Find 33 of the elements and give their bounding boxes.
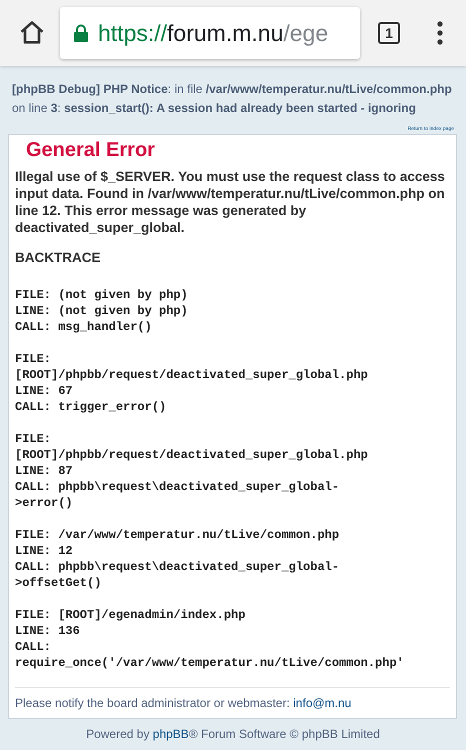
url-text: https://forum.m.nu/ege xyxy=(98,20,328,46)
backtrace-line: CALL: xyxy=(15,639,52,655)
tab-count-button[interactable]: 1 xyxy=(378,22,400,44)
email-link[interactable]: info@m.nu xyxy=(293,696,352,710)
footer-text: Powered by xyxy=(86,727,150,741)
footer-text: ® Forum Software © phpBB Limited xyxy=(188,727,380,741)
backtrace-line: [ROOT]/phpbb/request/deactivated_super_global.php xyxy=(15,367,369,383)
backtrace-line: CALL: msg_handler() xyxy=(15,319,153,335)
backtrace-line: CALL: trigger_error() xyxy=(15,399,168,415)
backtrace-line: FILE: /var/www/temperatur.nu/tLive/common.php xyxy=(15,527,340,543)
backtrace-line: LINE: 67 xyxy=(15,383,74,399)
error-title: General Error xyxy=(25,139,156,163)
backtrace-line: FILE: xyxy=(15,351,52,367)
backtrace-heading: BACKTRACE xyxy=(15,250,102,265)
address-bar[interactable]: https://forum.m.nu/ege xyxy=(60,7,360,59)
phpbb-link[interactable]: phpBB xyxy=(152,727,189,741)
backtrace-line: FILE: xyxy=(15,431,52,447)
debug-notice: [phpBB Debug] PHP Notice: in file /var/www/temperatur.nu/tLive/common.php on line 3: session_start(): A session had already been started - ignoring xyxy=(12,81,453,117)
backtrace-line: FILE: (not given by php) xyxy=(15,287,189,303)
notify-text: Please notify the board administrator or webmaster: xyxy=(15,696,291,710)
backtrace-line: require_once('/var/www/temperatur.nu/tLive/common.php' xyxy=(15,655,405,671)
backtrace-line: >error() xyxy=(15,495,74,511)
backtrace-line: >offsetGet() xyxy=(15,575,102,591)
backtrace-line: LINE: 87 xyxy=(15,463,74,479)
backtrace-line: CALL: phpbb\request\deactivated_super_global- xyxy=(15,479,340,495)
backtrace-line: LINE: 136 xyxy=(15,623,81,639)
error-message: Illegal use of $_SERVER. You must use the request class to access input data. Found in /var/www/temperatur.nu/tLive/common.php on line 12. This error message was generated by deactivated_super_global. xyxy=(15,168,446,236)
lock-icon xyxy=(74,24,88,42)
backtrace-line: [ROOT]/phpbb/request/deactivated_super_global.php xyxy=(15,447,369,463)
backtrace-line: LINE: (not given by php) xyxy=(15,303,189,319)
backtrace-line: FILE: [ROOT]/egenadmin/index.php xyxy=(15,607,246,623)
backtrace-line: CALL: phpbb\request\deactivated_super_global- xyxy=(15,559,340,575)
backtrace-line: LINE: 12 xyxy=(15,543,74,559)
